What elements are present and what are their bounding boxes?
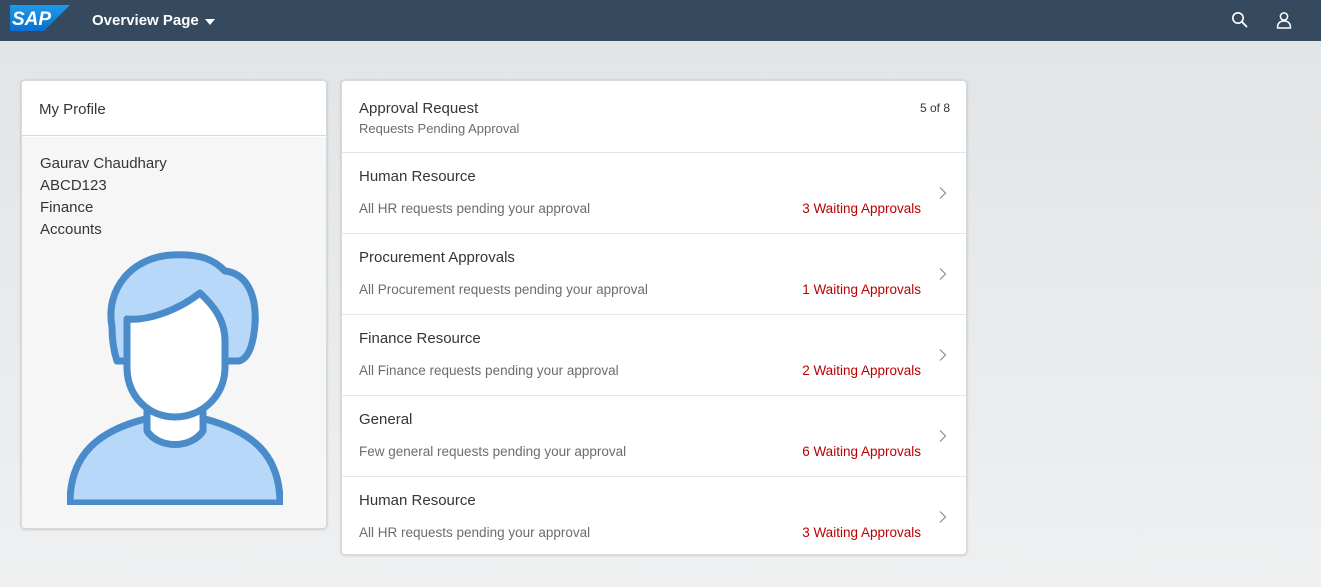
approval-item-title: General [359,411,413,428]
profile-card-body: Gaurav Chaudhary ABCD123 Finance Account… [22,137,326,528]
approval-item-status: 3 Waiting Approvals [802,201,921,216]
approval-item-description: All Finance requests pending your approv… [359,363,619,378]
chevron-down-icon [204,18,215,25]
search-button[interactable] [1227,8,1253,32]
user-icon [1276,12,1292,29]
approval-item-title: Human Resource [359,168,476,185]
sap-logo-text: SAP [12,9,51,30]
approval-item-status: 6 Waiting Approvals [802,444,921,459]
approval-item-description: All HR requests pending your approval [359,201,591,216]
chevron-right-icon [939,511,947,523]
approval-list-item[interactable]: Human Resource All HR requests pending y… [342,477,966,554]
profile-id: ABCD123 [40,177,107,194]
profile-name: Gaurav Chaudhary [40,155,167,172]
approval-item-title: Human Resource [359,492,476,509]
app-title-menu[interactable]: Overview Page [92,0,215,41]
chevron-right-icon [939,187,947,199]
approval-card-subtitle: Requests Pending Approval [359,121,520,136]
approval-request-card: Approval Request Requests Pending Approv… [341,80,967,555]
search-icon [1232,12,1248,28]
approval-list-item[interactable]: General Few general requests pending you… [342,396,966,477]
profile-details: Gaurav Chaudhary ABCD123 Finance Account… [40,153,167,241]
approval-list-item[interactable]: Human Resource All HR requests pending y… [342,153,966,234]
user-profile-button[interactable] [1271,8,1297,32]
approval-list-item[interactable]: Finance Resource All Finance requests pe… [342,315,966,396]
approval-card-title: Approval Request [359,100,479,117]
approval-item-description: Few general requests pending your approv… [359,444,627,459]
profile-card-title: My Profile [39,101,106,118]
approval-card-header[interactable]: Approval Request Requests Pending Approv… [342,81,966,153]
app-title: Overview Page [92,12,199,29]
approval-item-title: Finance Resource [359,330,481,347]
profile-card: My Profile Gaurav Chaudhary ABCD123 Fina… [21,80,327,529]
approval-card-count: 5 of 8 [919,101,950,115]
approval-item-status: 1 Waiting Approvals [802,282,921,297]
chevron-right-icon [939,349,947,361]
sap-logo[interactable]: SAP [10,5,70,31]
profile-team: Accounts [40,221,102,238]
profile-department: Finance [40,199,94,216]
user-avatar-icon [66,249,284,510]
approval-item-status: 2 Waiting Approvals [802,363,921,378]
chevron-right-icon [939,268,947,280]
profile-card-header: My Profile [22,81,326,136]
approval-list-item[interactable]: Procurement Approvals All Procurement re… [342,234,966,315]
approval-item-title: Procurement Approvals [359,249,515,266]
chevron-right-icon [939,430,947,442]
approval-item-description: All HR requests pending your approval [359,525,591,540]
approval-item-description: All Procurement requests pending your ap… [359,282,648,297]
approval-item-status: 3 Waiting Approvals [802,525,921,540]
sap-logo-icon: SAP [10,5,70,31]
shell-bar: SAP Overview Page [0,0,1321,41]
